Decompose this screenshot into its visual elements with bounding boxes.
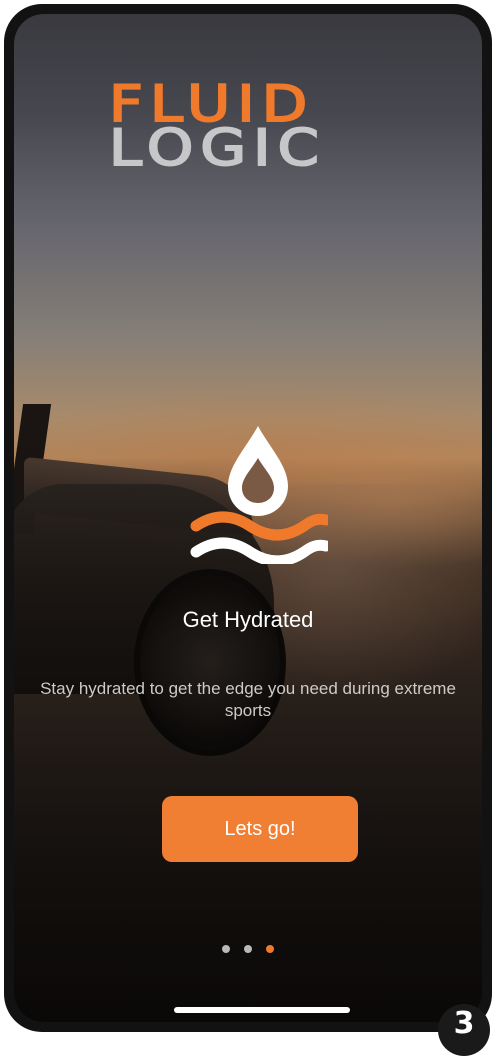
page-dot-2[interactable] xyxy=(244,945,252,953)
lets-go-button[interactable]: Lets go! xyxy=(162,796,358,862)
logo-line-2: LOGIC xyxy=(108,119,326,177)
page-indicator xyxy=(14,945,482,953)
home-indicator[interactable] xyxy=(174,1007,350,1013)
page-dot-3-active[interactable] xyxy=(266,945,274,953)
onboarding-description: Stay hydrated to get the edge you need d… xyxy=(40,679,456,720)
app-logo: FLUID LOGIC xyxy=(108,78,404,174)
onboarding-title: Get Hydrated xyxy=(182,607,314,632)
water-drop-waves-icon xyxy=(188,414,332,567)
page-dot-1[interactable] xyxy=(222,945,230,953)
phone-frame: FLUID LOGIC Get Hydrated Stay hydrated t… xyxy=(4,4,492,1032)
step-number-badge: 3 xyxy=(438,1004,490,1056)
onboarding-screen: FLUID LOGIC Get Hydrated Stay hydrated t… xyxy=(14,14,482,1022)
